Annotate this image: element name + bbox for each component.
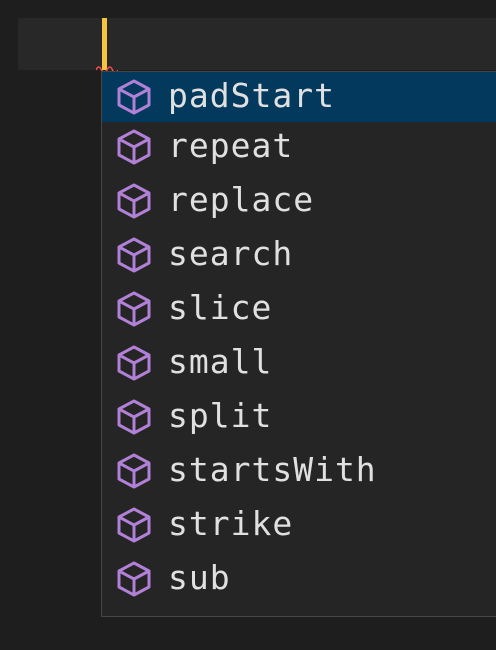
suggestion-item[interactable]: strike xyxy=(102,500,496,550)
method-cube-icon xyxy=(114,397,154,437)
suggestion-label: small xyxy=(168,342,273,381)
suggestion-label: strike xyxy=(168,504,294,543)
suggestion-label: sub xyxy=(168,558,231,597)
suggestion-item[interactable]: sub xyxy=(102,554,496,604)
suggestion-item[interactable]: startsWith xyxy=(102,446,496,496)
text-cursor xyxy=(102,18,107,70)
suggestion-label: repeat xyxy=(168,126,294,165)
suggestion-label: startsWith xyxy=(168,450,377,489)
method-cube-icon xyxy=(114,559,154,599)
suggestion-label: slice xyxy=(168,288,273,327)
code-editor[interactable]: "1". padStart repeat replace search slice sma… xyxy=(0,0,496,650)
suggestion-item[interactable]: padStart xyxy=(102,72,496,122)
method-cube-icon xyxy=(114,77,154,117)
suggestion-label: replace xyxy=(168,180,315,219)
method-cube-icon xyxy=(114,451,154,491)
method-cube-icon xyxy=(114,505,154,545)
suggestion-label: padStart xyxy=(168,76,335,115)
suggestion-item[interactable]: repeat xyxy=(102,122,496,172)
suggestion-item[interactable]: slice xyxy=(102,284,496,334)
method-cube-icon xyxy=(114,127,154,167)
suggest-widget[interactable]: padStart repeat replace search slice small spl… xyxy=(101,71,496,617)
method-cube-icon xyxy=(114,181,154,221)
suggestion-item[interactable]: small xyxy=(102,338,496,388)
suggestion-item[interactable]: split xyxy=(102,392,496,442)
suggestion-label: split xyxy=(168,396,273,435)
code-text: "1". xyxy=(18,25,209,102)
current-line[interactable]: "1". xyxy=(18,18,496,102)
method-cube-icon xyxy=(114,343,154,383)
method-cube-icon xyxy=(114,289,154,329)
suggestion-item[interactable]: replace xyxy=(102,176,496,226)
method-cube-icon xyxy=(114,235,154,275)
suggestion-item[interactable]: search xyxy=(102,230,496,280)
suggestion-label: search xyxy=(168,234,294,273)
